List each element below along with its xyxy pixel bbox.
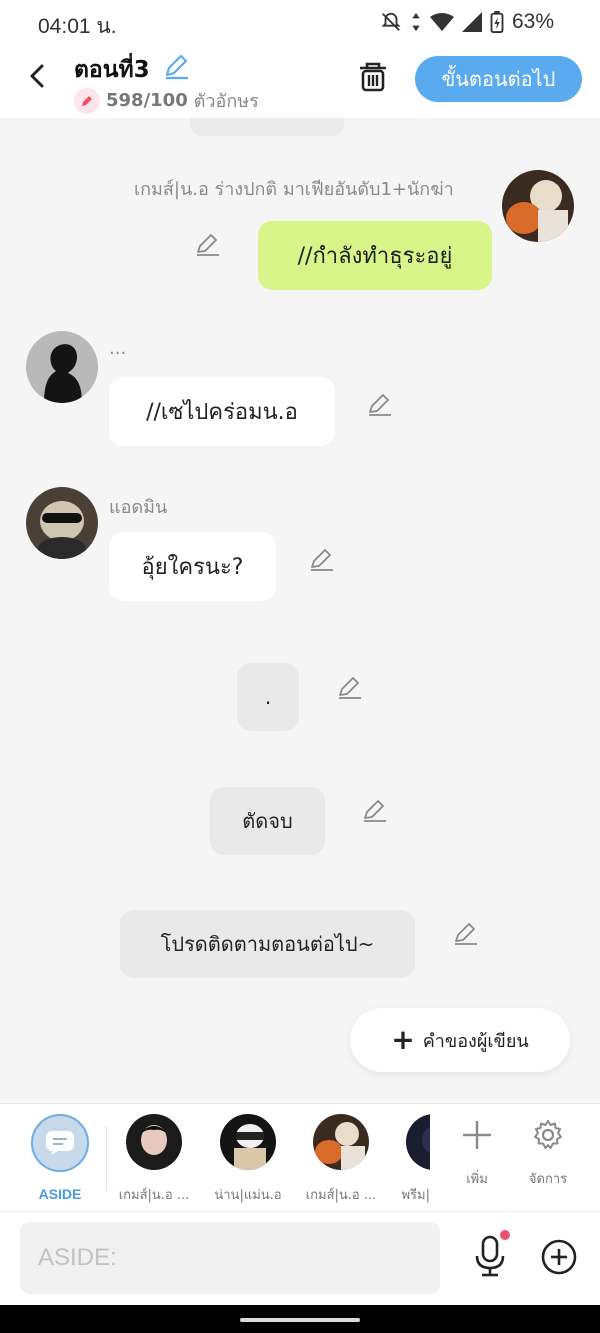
- recording-indicator: [500, 1230, 510, 1240]
- divider: [106, 1126, 107, 1190]
- input-bar: [0, 1211, 600, 1305]
- episode-title: ตอนที่3: [74, 57, 150, 83]
- character-label: เกมส์|น.อ ...: [305, 1188, 377, 1203]
- message-bubble[interactable]: อุ้ยใครนะ?: [109, 532, 276, 601]
- plus-icon: [463, 1121, 491, 1149]
- status-bar: 04:01 น. 63%: [0, 0, 600, 46]
- status-icons: 63%: [380, 10, 554, 34]
- edit-message-icon[interactable]: [194, 230, 222, 258]
- add-character-button[interactable]: เพิ่ม: [447, 1118, 507, 1189]
- message-bubble-partial[interactable]: [190, 118, 344, 136]
- pencil-icon: [74, 87, 100, 114]
- plus-icon: +: [391, 1023, 415, 1056]
- system-nav-bar: [0, 1305, 600, 1333]
- edit-message-icon[interactable]: [308, 545, 336, 573]
- avatar: [220, 1114, 276, 1170]
- character-item[interactable]: เกมส์|น.อ ...: [109, 1114, 199, 1205]
- microphone-icon[interactable]: [470, 1234, 510, 1278]
- character-item[interactable]: เกมส์|น.อ ...: [296, 1114, 386, 1205]
- character-selector: ASIDE เกมส์|น.อ ... น่าน|แม่น.อ เกมส์|น.…: [0, 1103, 600, 1211]
- message-bubble[interactable]: //กำลังทำธุระอยู่: [258, 221, 492, 290]
- sender-name: แอดมิน: [109, 497, 168, 518]
- chat-area[interactable]: เกมส์|น.อ ร่างปกติ มาเฟียอันดับ1+นักฆ่า …: [0, 118, 600, 1103]
- signal-icon: [461, 12, 482, 32]
- aside-input[interactable]: [20, 1222, 440, 1294]
- char-count-unit: ตัวอักษร: [193, 91, 259, 112]
- edit-title-icon[interactable]: [162, 52, 190, 80]
- gear-icon: [534, 1120, 562, 1149]
- manage-label: จัดการ: [528, 1172, 568, 1187]
- sender-name: ...: [109, 338, 127, 359]
- char-count-value: 598/100: [106, 90, 188, 111]
- add-circle-icon[interactable]: [540, 1238, 578, 1276]
- character-item[interactable]: น่าน|แม่น.อ: [203, 1114, 293, 1205]
- sender-name: เกมส์|น.อ ร่างปกติ มาเฟียอันดับ1+นักฆ่า: [134, 179, 454, 200]
- avatar[interactable]: [26, 487, 98, 559]
- avatar: [406, 1114, 430, 1170]
- data-arrows-icon: [412, 12, 420, 32]
- trash-icon[interactable]: [356, 60, 390, 94]
- narration-bubble[interactable]: ตัดจบ: [210, 787, 325, 855]
- character-label: น่าน|แม่น.อ: [214, 1188, 282, 1203]
- avatar[interactable]: [26, 331, 98, 403]
- avatar[interactable]: [502, 170, 574, 242]
- narration-bubble[interactable]: โปรดติดตามตอนต่อไป~: [120, 910, 415, 978]
- edit-message-icon[interactable]: [366, 390, 394, 418]
- character-item[interactable]: พรีม|: [380, 1114, 430, 1205]
- wifi-icon: [429, 13, 454, 31]
- add-label: เพิ่ม: [466, 1172, 488, 1187]
- edit-message-icon[interactable]: [452, 919, 480, 947]
- author-note-label: คำของผู้เขียน: [422, 1030, 529, 1052]
- character-label: พรีม|: [401, 1188, 430, 1203]
- character-count: 598/100 ตัวอักษร: [74, 86, 259, 115]
- author-note-button[interactable]: + คำของผู้เขียน: [350, 1008, 570, 1072]
- edit-message-icon[interactable]: [336, 673, 364, 701]
- mute-bell-icon: [381, 12, 401, 31]
- narration-bubble[interactable]: .: [237, 663, 299, 731]
- message-bubble[interactable]: //เซไปคร่อมน.อ: [109, 377, 335, 446]
- aside-avatar: [31, 1114, 89, 1172]
- editor-header: ตอนที่3 598/100 ตัวอักษร ขั้นตอนต่อไป: [0, 46, 600, 118]
- next-step-button[interactable]: ขั้นตอนต่อไป: [415, 56, 582, 102]
- edit-message-icon[interactable]: [361, 796, 389, 824]
- back-arrow-icon[interactable]: [22, 60, 54, 92]
- character-label: ASIDE: [38, 1186, 82, 1202]
- character-label: เกมส์|น.อ ...: [118, 1188, 190, 1203]
- avatar: [313, 1114, 369, 1170]
- manage-characters-button[interactable]: จัดการ: [518, 1118, 578, 1189]
- avatar: [126, 1114, 182, 1170]
- battery-percent: 63%: [511, 10, 554, 33]
- home-handle[interactable]: [240, 1318, 360, 1322]
- status-time: 04:01 น.: [38, 15, 117, 38]
- character-aside[interactable]: ASIDE: [15, 1114, 105, 1202]
- battery-icon: [490, 11, 504, 33]
